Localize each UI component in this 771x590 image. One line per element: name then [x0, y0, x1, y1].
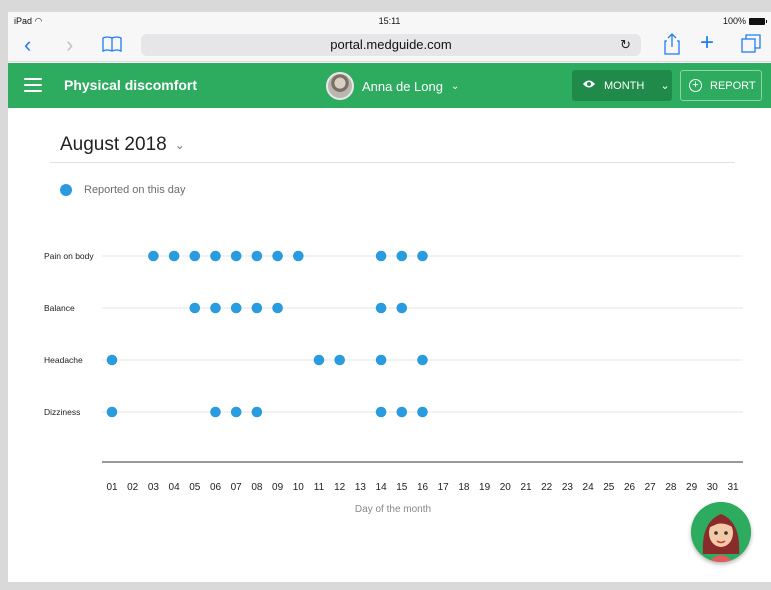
x-tick-label: 19	[479, 482, 491, 493]
x-tick-label: 18	[458, 482, 470, 493]
series-label: Pain on body	[44, 251, 94, 261]
report-dot[interactable]	[251, 406, 263, 418]
x-tick-label: 05	[189, 482, 201, 493]
x-tick-label: 14	[376, 482, 388, 493]
report-dot[interactable]	[417, 406, 428, 418]
x-tick-label: 26	[624, 482, 636, 493]
x-tick-label: 10	[293, 482, 305, 493]
x-tick-label: 03	[148, 482, 160, 493]
x-tick-label: 20	[500, 482, 512, 493]
x-tick-label: 31	[727, 482, 739, 493]
x-tick-label: 29	[686, 482, 698, 493]
report-dot[interactable]	[375, 354, 387, 366]
report-dot[interactable]	[148, 250, 159, 262]
x-tick-label: 04	[169, 482, 181, 493]
series-row: Balance	[44, 302, 743, 314]
screen-frame: iPad ◠ 15:11 100% ‹ › portal.medguide.co…	[0, 0, 771, 590]
symptom-chart: Pain on body Balance Headache Dizziness 01 0…	[44, 250, 743, 515]
report-dot[interactable]	[230, 406, 242, 418]
x-tick-label: 27	[645, 482, 657, 493]
assistant-avatar-button[interactable]	[691, 502, 751, 562]
report-dot[interactable]	[168, 250, 180, 262]
report-dot[interactable]	[210, 406, 221, 418]
x-tick-label: 01	[106, 482, 118, 493]
report-dot[interactable]	[293, 250, 304, 262]
x-tick-label: 08	[251, 482, 263, 493]
report-dot[interactable]	[251, 302, 263, 314]
x-tick-label: 21	[520, 482, 532, 493]
report-dot[interactable]	[396, 406, 408, 418]
x-tick-label: 22	[541, 482, 553, 493]
x-tick-label: 02	[127, 482, 139, 493]
report-dot[interactable]	[417, 354, 428, 366]
report-dot[interactable]	[210, 302, 221, 314]
report-dot[interactable]	[272, 302, 283, 314]
x-tick-label: 28	[665, 482, 677, 493]
report-dot[interactable]	[106, 406, 118, 418]
report-dot[interactable]	[417, 250, 428, 262]
x-tick-label: 06	[210, 482, 222, 493]
series-label: Headache	[44, 355, 83, 365]
report-dot[interactable]	[334, 354, 346, 366]
report-dot[interactable]	[189, 250, 201, 262]
report-dot[interactable]	[230, 250, 242, 262]
x-tick-label: 23	[562, 482, 574, 493]
ipad-screen: iPad ◠ 15:11 100% ‹ › portal.medguide.co…	[8, 12, 771, 582]
x-tick-label: 09	[272, 482, 284, 493]
report-dot[interactable]	[230, 302, 242, 314]
report-dot[interactable]	[251, 250, 263, 262]
x-tick-label: 25	[603, 482, 615, 493]
x-tick-label: 16	[417, 482, 429, 493]
report-dot[interactable]	[210, 250, 221, 262]
series-row: Dizziness	[44, 406, 743, 418]
series-row: Pain on body	[44, 250, 743, 262]
x-tick-label: 15	[396, 482, 408, 493]
x-tick-label: 17	[438, 482, 450, 493]
series-label: Dizziness	[44, 407, 80, 417]
report-dot[interactable]	[375, 250, 387, 262]
report-dot[interactable]	[189, 302, 201, 314]
report-dot[interactable]	[396, 250, 408, 262]
x-tick-label: 24	[583, 482, 595, 493]
report-dot[interactable]	[313, 354, 325, 366]
report-dot[interactable]	[375, 406, 387, 418]
x-tick-label: 07	[231, 482, 243, 493]
report-dot[interactable]	[396, 302, 408, 314]
x-tick-label: 13	[355, 482, 367, 493]
series-row: Headache	[44, 354, 743, 366]
series-label: Balance	[44, 303, 75, 313]
x-tick-label: 12	[334, 482, 346, 493]
report-dot[interactable]	[375, 302, 387, 314]
report-dot[interactable]	[272, 250, 283, 262]
report-dot[interactable]	[106, 354, 118, 366]
x-tick-label: 30	[707, 482, 719, 493]
x-axis-label: Day of the month	[355, 504, 431, 515]
x-tick-label: 11	[314, 482, 325, 493]
assistant-face-icon	[691, 502, 751, 562]
